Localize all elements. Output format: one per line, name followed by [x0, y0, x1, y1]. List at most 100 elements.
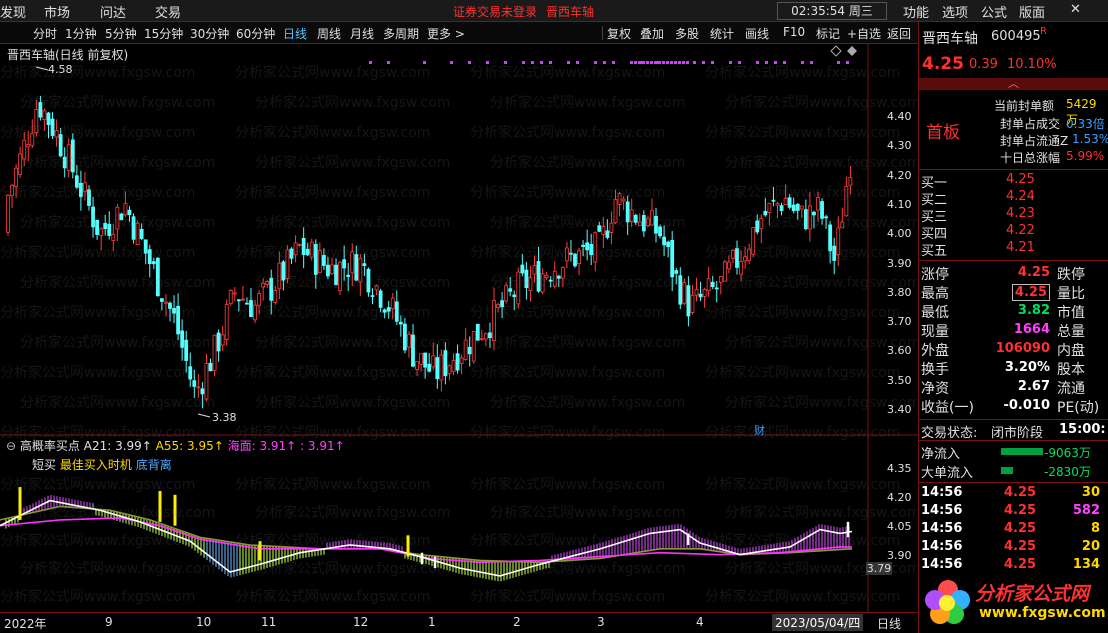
toolbar-stats[interactable]: 统计: [710, 25, 734, 42]
watermark: 分析家公式网www.fxgsw.com: [20, 395, 216, 411]
watermark: 分析家公式网www.fxgsw.com: [470, 245, 666, 261]
stock-name-link[interactable]: 晋西车轴: [546, 3, 594, 20]
period-weekly[interactable]: 周线: [317, 25, 341, 42]
toolbar-fuquan[interactable]: 复权: [607, 25, 631, 42]
watermark: 分析家公式网www.fxgsw.com: [470, 365, 666, 381]
signal-dot: [686, 61, 689, 64]
indicator-chart[interactable]: ⊖ 高概率买点 A21: 3.99↑ A55: 3.95↑ 海面: 3.91↑ …: [0, 436, 920, 612]
candle-body: [467, 346, 472, 355]
candle-body: [236, 299, 241, 302]
menu-trade[interactable]: 交易: [155, 2, 181, 21]
period-60min[interactable]: 60分钟: [236, 25, 275, 42]
watermark: 分析家公式网www.fxgsw.com: [705, 65, 901, 81]
tick-volume: 20: [1081, 539, 1100, 554]
toolbar-back[interactable]: 返回: [887, 25, 911, 42]
diamond-icon[interactable]: [847, 46, 857, 56]
stat-label: 量比: [1057, 286, 1085, 302]
stock-name: 晋西车轴: [922, 31, 978, 47]
stat-label: 收益(一): [921, 400, 974, 416]
extra-value: : 3.91↑: [300, 439, 345, 453]
menu-options[interactable]: 选项: [942, 2, 968, 21]
toolbar-mark[interactable]: 标记: [816, 25, 840, 42]
candle-body: [690, 294, 695, 313]
toolbar-multistock[interactable]: 多股: [675, 25, 699, 42]
big-inflow-bar: [1001, 467, 1013, 474]
ten-day-label: 十日总涨幅: [1000, 151, 1061, 165]
clock: 02:35:54 周三: [777, 2, 887, 20]
watermark: 分析家公式网www.fxgsw.com: [470, 65, 666, 81]
kline-chart[interactable]: 晋西车轴(日线 前复权) 4.58 3.38 财 4.40 4.30 4.20 4.1…: [0, 44, 921, 441]
candle-body: [479, 338, 484, 341]
candle-body: [228, 289, 233, 304]
signal-dot: [693, 61, 696, 64]
watermark: 分析家公式网www.fxgsw.com: [725, 395, 921, 411]
period-multi[interactable]: 多周期: [383, 25, 419, 42]
login-warning[interactable]: 证券交易未登录: [453, 3, 537, 20]
watermark: 分析家公式网www.fxgsw.com: [490, 155, 686, 171]
watermark: 分析家公式网www.fxgsw.com: [255, 155, 451, 171]
chevron-up-icon[interactable]: ︿: [1008, 75, 1019, 91]
watermark: 分析家公式网www.fxgsw.com: [0, 245, 196, 261]
bid-price[interactable]: 4.21: [1006, 240, 1035, 255]
close-window-button[interactable]: ✕: [1070, 2, 1081, 17]
candle-body: [362, 263, 367, 266]
candle-body: [702, 288, 707, 297]
diamond-icon[interactable]: [830, 45, 842, 57]
period-5min[interactable]: 5分钟: [105, 25, 137, 42]
menu-function[interactable]: 功能: [903, 2, 929, 21]
candle-body: [216, 332, 221, 352]
toolbar-draw[interactable]: 画线: [745, 25, 769, 42]
watermark: 分析家公式网www.fxgsw.com: [0, 365, 196, 381]
watermark: 分析家公式网www.fxgsw.com: [470, 589, 666, 605]
tick-time: 14:56: [921, 539, 963, 554]
period-monthly[interactable]: 月线: [350, 25, 374, 42]
period-30min[interactable]: 30分钟: [190, 25, 229, 42]
candle-body: [435, 357, 440, 380]
toolbar-add-watchlist[interactable]: +自选: [847, 25, 881, 42]
stat-value: 2.67: [1017, 379, 1050, 394]
toolbar-overlay[interactable]: 叠加: [640, 25, 664, 42]
bid-price[interactable]: 4.22: [1006, 223, 1035, 238]
x-label: 2022年: [4, 617, 47, 631]
menu-formula[interactable]: 公式: [981, 2, 1007, 21]
net-inflow-bar: [1001, 448, 1043, 455]
watermark: 分析家公式网www.fxgsw.com: [0, 305, 196, 321]
watermark: 分析家公式网www.fxgsw.com: [235, 589, 431, 605]
x-label: 12: [353, 615, 369, 629]
collapse-bar[interactable]: ︿: [919, 75, 1108, 91]
seal-float-label: 封单占流通Z: [1000, 134, 1069, 148]
a21-value: A21: 3.99↑: [83, 439, 152, 453]
period-1min[interactable]: 1分钟: [65, 25, 97, 42]
candle-body: [718, 276, 723, 283]
period-more[interactable]: 更多 >: [427, 25, 465, 42]
menu-wenda[interactable]: 问达: [100, 2, 126, 21]
watermark: 分析家公式网www.fxgsw.com: [705, 589, 901, 605]
menu-layout[interactable]: 版面: [1019, 2, 1045, 21]
menu-discover[interactable]: 发现: [0, 2, 26, 21]
watermark: 分析家公式网www.fxgsw.com: [235, 185, 431, 201]
candle-body: [775, 203, 780, 206]
period-daily[interactable]: 日线: [283, 25, 307, 42]
divider: [919, 260, 1108, 261]
watermark: 分析家公式网www.fxgsw.com: [20, 155, 216, 171]
tick-time: 14:56: [921, 485, 963, 500]
toolbar-f10[interactable]: F10: [783, 25, 805, 39]
indicator-name[interactable]: 高概率买点: [20, 439, 80, 453]
candle-body: [459, 357, 464, 364]
legend-short-buy: 短买: [32, 458, 57, 472]
period-15min[interactable]: 15分钟: [144, 25, 183, 42]
collapse-icon[interactable]: ⊖: [6, 439, 16, 453]
x-label: 1: [428, 615, 436, 629]
seal-trade-label: 封单占成交: [1000, 117, 1061, 131]
menu-market[interactable]: 市场: [44, 2, 70, 21]
candle-body: [698, 293, 703, 298]
bid-price[interactable]: 4.24: [1006, 189, 1035, 204]
big-inflow-label: 大单流入: [921, 466, 974, 481]
bid-price[interactable]: 4.23: [1006, 206, 1035, 221]
stat-label: 最高: [921, 286, 949, 302]
period-fenshi[interactable]: 分时: [33, 25, 57, 42]
bid-price[interactable]: 4.25: [1006, 172, 1035, 187]
watermark: 分析家公式网www.fxgsw.com: [20, 505, 216, 521]
watermark: 分析家公式网www.fxgsw.com: [705, 533, 901, 549]
x-label: 11: [261, 615, 277, 629]
